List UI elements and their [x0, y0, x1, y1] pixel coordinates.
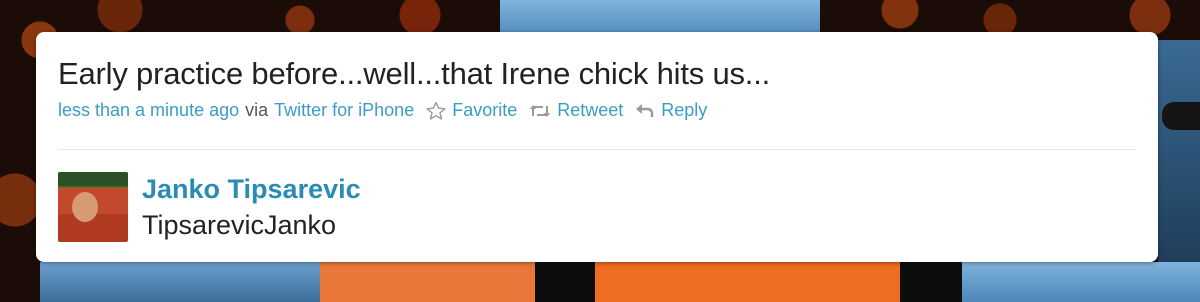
retweet-label: Retweet: [557, 100, 624, 120]
reply-icon: [636, 103, 654, 117]
background-photo: [1162, 102, 1200, 130]
reply-label: Reply: [661, 100, 708, 120]
favorite-label: Favorite: [452, 100, 518, 120]
favorite-button[interactable]: Favorite: [426, 100, 517, 121]
background-photo: [535, 262, 595, 302]
retweet-button[interactable]: Retweet: [529, 100, 623, 121]
tweet-timestamp-link[interactable]: less than a minute ago: [58, 100, 239, 121]
avatar[interactable]: [58, 172, 128, 242]
background-photo: [40, 262, 320, 302]
avatar-detail: [58, 172, 128, 186]
tweet-card: Early practice before...well...that Iren…: [36, 32, 1158, 262]
author-screen-name: TipsarevicJanko: [142, 210, 337, 240]
reply-button[interactable]: Reply: [635, 100, 707, 121]
background-photo: [1158, 40, 1200, 280]
background-photo: [900, 262, 962, 302]
star-icon: [426, 101, 446, 120]
tweet-meta: less than a minute ago via Twitter for i…: [58, 100, 707, 121]
divider: [58, 149, 1136, 150]
author-display-name[interactable]: Janko Tipsarevic: [142, 174, 361, 205]
retweet-icon: [530, 104, 551, 117]
background-photo: [320, 262, 535, 302]
avatar-detail: [72, 192, 98, 222]
tweet-source-link[interactable]: Twitter for iPhone: [274, 100, 414, 121]
via-label: via: [245, 100, 269, 120]
background-photo: [595, 262, 900, 302]
tweet-text: Early practice before...well...that Iren…: [58, 56, 771, 91]
background-photo: [962, 262, 1200, 302]
